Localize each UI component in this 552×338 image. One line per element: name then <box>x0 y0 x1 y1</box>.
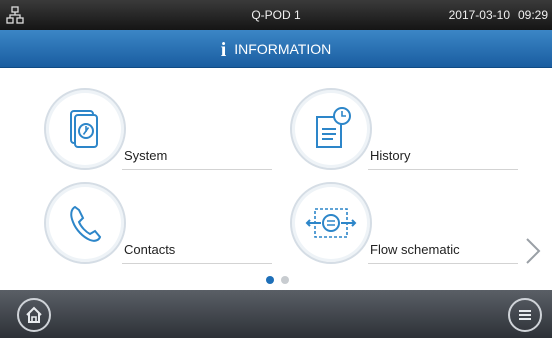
menu-button[interactable] <box>508 298 542 332</box>
flow-schematic-icon <box>305 208 357 238</box>
tile-flow-schematic-label: Flow schematic <box>370 242 460 257</box>
phone-icon <box>70 205 102 242</box>
tile-history-label: History <box>370 148 411 163</box>
footer-bar <box>0 290 552 338</box>
tile-history-underline <box>368 169 518 170</box>
tile-contacts-label: Contacts <box>124 242 176 257</box>
menu-icon <box>519 310 531 320</box>
tile-system-underline <box>122 169 272 170</box>
history-icon <box>316 107 351 148</box>
page-title: INFORMATION <box>234 41 332 57</box>
tile-flow-schematic-circle <box>290 182 372 264</box>
info-icon: i <box>220 39 227 61</box>
tile-system-label: System <box>124 148 168 163</box>
tile-flow-schematic-underline <box>368 263 518 264</box>
tile-history-circle <box>290 88 372 170</box>
system-icon <box>70 110 98 148</box>
home-icon <box>26 306 42 323</box>
page-dot-inactive[interactable] <box>281 276 289 284</box>
page-indicator <box>266 271 296 289</box>
tile-contacts-circle <box>44 182 126 264</box>
home-button[interactable] <box>17 298 51 332</box>
page-dot-active[interactable] <box>266 276 274 284</box>
chevron-right-icon[interactable] <box>524 236 542 266</box>
tile-contacts-underline <box>122 263 272 264</box>
screen: Q-POD 1 2017-03-10 09:29 i INFORMATION Sy… <box>0 0 552 338</box>
page-header: i INFORMATION <box>0 30 552 68</box>
tile-system-circle <box>44 88 126 170</box>
status-bar: Q-POD 1 2017-03-10 09:29 <box>0 0 552 30</box>
status-date: 2017-03-10 <box>448 8 510 22</box>
tile-grid: System History Contacts Flow schematic <box>0 68 552 290</box>
status-time: 09:29 <box>517 8 548 22</box>
